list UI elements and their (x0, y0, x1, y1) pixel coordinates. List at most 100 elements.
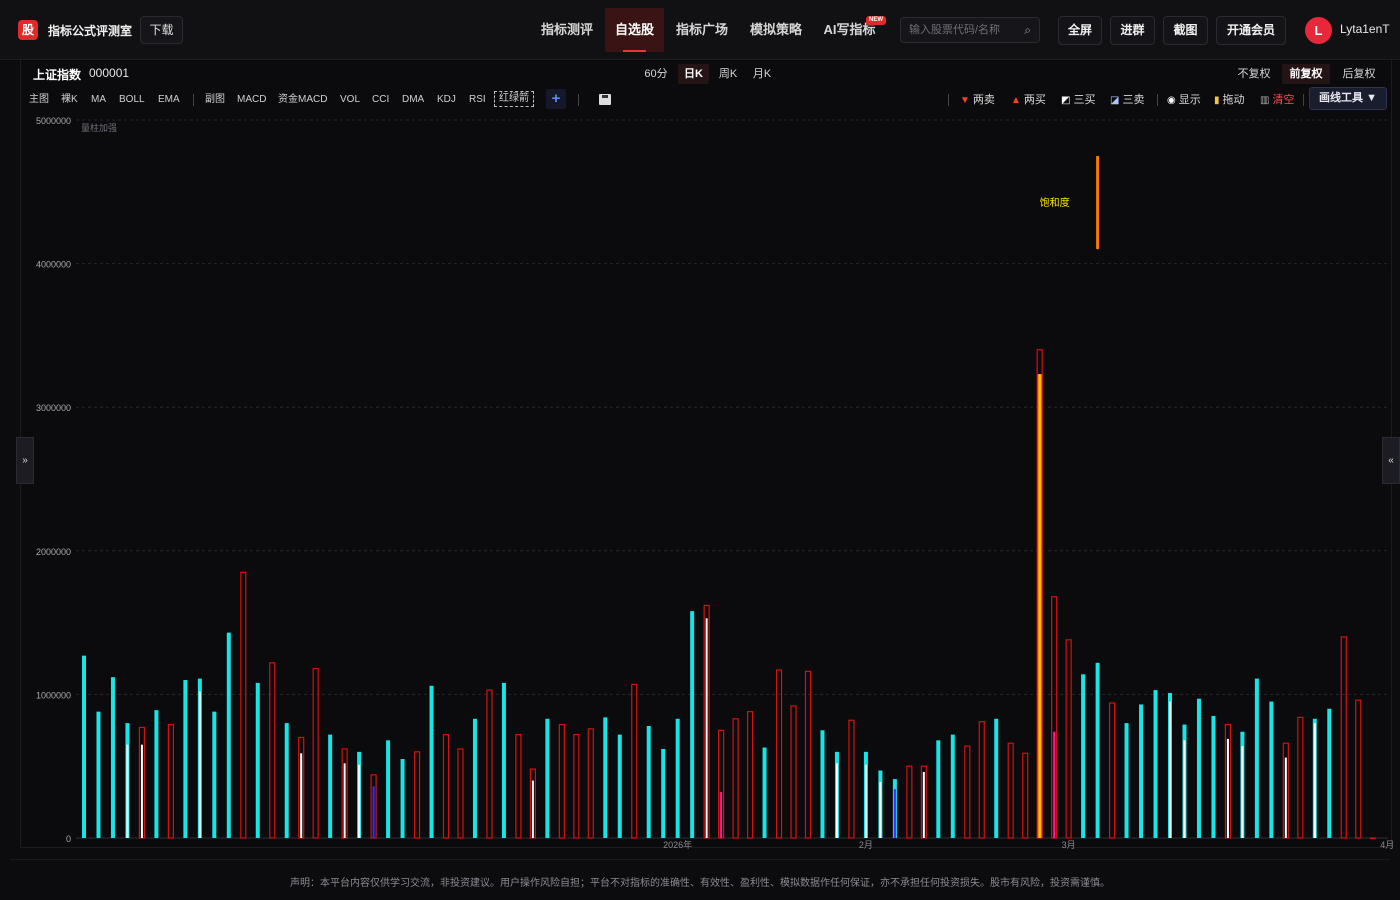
volume-bar (226, 632, 231, 838)
y-tick-label: 5000000 (36, 116, 71, 126)
volume-bar-inner (1313, 723, 1316, 838)
volume-bar (1108, 702, 1116, 839)
volume-bar-inner (705, 618, 708, 838)
volume-bar (472, 718, 477, 838)
volume-bar (255, 682, 260, 838)
volume-bar (631, 683, 638, 839)
volume-bar (950, 734, 955, 838)
volume-bar (545, 718, 550, 838)
volume-bar (386, 740, 391, 838)
volume-bar (212, 711, 217, 838)
y-tick-label: 2000000 (36, 547, 71, 557)
volume-bar-inner (864, 764, 867, 838)
volume-bar-inner (343, 763, 346, 838)
volume-bar (603, 717, 608, 838)
volume-bar (154, 710, 159, 838)
volume-bar (486, 689, 493, 839)
volume-bar (284, 723, 289, 838)
volume-bar (646, 725, 651, 838)
volume-bar-inner (531, 780, 534, 838)
volume-bar (661, 748, 666, 838)
x-tick-label: 4月 (1380, 840, 1394, 850)
volume-bar (1327, 708, 1332, 838)
volume-bar-inner (198, 691, 201, 838)
volume-bar (1153, 690, 1158, 838)
volume-bar (1340, 636, 1347, 839)
volume-bar (1007, 742, 1014, 839)
volume-bar (675, 718, 680, 838)
volume-bar (1124, 723, 1129, 838)
volume-bar (457, 748, 464, 839)
y-tick-label: 0 (66, 834, 71, 844)
volume-bar (906, 765, 913, 839)
volume-bar (1254, 678, 1259, 838)
volume-bar (1196, 698, 1201, 838)
volume-bar (167, 723, 174, 839)
volume-bar-inner (1284, 757, 1287, 838)
volume-bar (820, 730, 825, 838)
saturation-label: 饱和度 (1040, 196, 1070, 209)
volume-bar (442, 734, 450, 839)
x-tick-label: 3月 (1062, 840, 1076, 850)
saturation-marker (1096, 155, 1100, 250)
volume-bar-inner (720, 792, 723, 838)
y-tick-label: 1000000 (36, 690, 71, 700)
volume-bar (1139, 704, 1144, 838)
volume-bar (775, 669, 783, 839)
volume-bar (936, 740, 941, 838)
volume-bar-inner (1169, 701, 1171, 838)
volume-bar-highlight (1038, 374, 1041, 838)
volume-bar (328, 734, 333, 838)
volume-bar (762, 747, 767, 838)
volume-bar-inner (922, 771, 925, 838)
volume-bar (848, 719, 855, 839)
volume-bar (690, 611, 695, 838)
volume-bar-inner (1226, 738, 1229, 838)
volume-bar (964, 745, 971, 839)
volume-bar (183, 680, 188, 838)
volume-bar (501, 682, 506, 838)
volume-bar (573, 734, 580, 839)
volume-bar (82, 655, 86, 838)
volume-bar (429, 685, 434, 838)
volume-bar-inner (1183, 740, 1186, 838)
volume-bar-inner (1053, 731, 1056, 838)
volume-bar (515, 734, 522, 839)
volume-bar (240, 571, 247, 839)
volume-bar (1269, 701, 1274, 838)
volume-bar (558, 723, 565, 839)
y-tick-label: 4000000 (36, 260, 71, 270)
volume-bar-inner (893, 789, 896, 838)
y-tick-label: 3000000 (36, 403, 71, 413)
volume-bar (1081, 674, 1086, 838)
volume-bar (1355, 699, 1362, 839)
volume-bar-inner (1241, 746, 1244, 838)
volume-bar (587, 728, 594, 839)
volume-bar (1211, 715, 1216, 838)
x-tick-label: 2月 (859, 840, 873, 850)
volume-bar-inner (358, 764, 361, 838)
volume-bar (269, 662, 276, 839)
x-tick-label: 2026年 (663, 839, 692, 850)
volume-bar (1065, 639, 1072, 839)
volume-bar (1297, 716, 1304, 839)
footer-divider (10, 859, 1390, 860)
volume-bar (400, 759, 405, 838)
volume-bar (732, 718, 739, 839)
volume-bar (96, 711, 101, 838)
volume-bar (413, 751, 421, 839)
volume-bar-inner (372, 786, 375, 838)
volume-bar-inner (835, 763, 838, 838)
volume-bar (617, 734, 622, 838)
volume-chart[interactable]: 0 1000000 2000000 3000000 4000000 5000000 量柱加强… (0, 0, 1400, 900)
volume-bar (110, 677, 115, 838)
volume-bar-inner (300, 753, 303, 838)
volume-bar (746, 711, 754, 839)
disclaimer: 声明：本平台内容仅供学习交流，非投资建议。用户操作风险自担；平台不对指标的准确性… (290, 878, 1110, 889)
volume-bar (790, 705, 797, 839)
volume-bar (1022, 752, 1029, 839)
volume-bar-inner (140, 744, 143, 838)
volume-bar-inner (126, 744, 129, 838)
volume-bar (978, 721, 985, 839)
series-label: 量柱加强 (81, 122, 117, 133)
